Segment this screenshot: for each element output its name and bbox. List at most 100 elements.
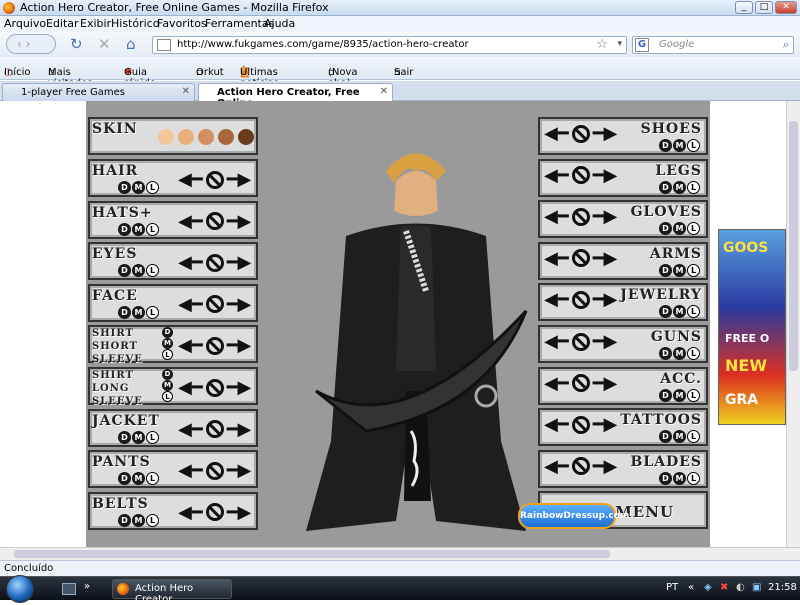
size-m-button[interactable]: M	[673, 139, 686, 152]
remove-icon[interactable]	[571, 249, 590, 268]
remove-icon[interactable]	[205, 212, 224, 231]
size-m-button[interactable]: M	[162, 338, 173, 350]
hscroll-thumb[interactable]	[14, 550, 610, 558]
remove-icon[interactable]	[571, 290, 590, 309]
size-l-button[interactable]: L	[146, 472, 159, 486]
remove-icon[interactable]	[205, 503, 224, 522]
size-m-button[interactable]: M	[673, 180, 686, 194]
size-m-button[interactable]: M	[162, 380, 173, 391]
size-m-button[interactable]: M	[132, 264, 145, 278]
skin-swatch-5[interactable]	[238, 129, 254, 145]
next-arrow-icon[interactable]: ━▶	[593, 414, 618, 435]
size-d-button[interactable]: D	[118, 472, 131, 486]
show-desktop-icon[interactable]	[62, 583, 76, 595]
next-arrow-icon[interactable]: ━▶	[227, 169, 252, 190]
size-d-button[interactable]: D	[659, 263, 672, 277]
rainbow-dressup-logo[interactable]: RainbowDressup.com	[518, 503, 629, 529]
clock[interactable]: 21:58	[768, 582, 797, 593]
next-arrow-icon[interactable]: ━▶	[227, 419, 252, 440]
close-tab-icon[interactable]: ✕	[182, 86, 190, 97]
previous-arrow-icon[interactable]: ◀━	[178, 502, 203, 523]
antivirus-icon[interactable]: ✖	[720, 582, 728, 593]
skin-swatch-4[interactable]	[218, 129, 234, 145]
url-dropdown-icon[interactable]: ▾	[617, 39, 622, 49]
previous-arrow-icon[interactable]: ◀━	[178, 377, 203, 398]
remove-icon[interactable]	[205, 170, 224, 189]
size-l-button[interactable]: L	[687, 305, 700, 319]
remove-icon[interactable]	[571, 415, 590, 434]
next-arrow-icon[interactable]: ━▶	[227, 294, 252, 315]
size-l-button[interactable]: L	[687, 263, 700, 277]
taskbar-firefox-item[interactable]: Action Hero Creator...	[112, 579, 232, 605]
size-d-button[interactable]: D	[659, 139, 672, 152]
remove-icon[interactable]	[205, 461, 224, 480]
next-arrow-icon[interactable]: ━▶	[593, 206, 618, 227]
next-arrow-icon[interactable]: ━▶	[227, 460, 252, 481]
size-m-button[interactable]: M	[132, 305, 145, 319]
previous-arrow-icon[interactable]: ◀━	[544, 373, 569, 394]
size-m-button[interactable]: M	[673, 305, 686, 319]
next-arrow-icon[interactable]: ━▶	[593, 289, 618, 310]
size-d-button[interactable]: D	[118, 222, 131, 236]
network-icon[interactable]: ◈	[704, 582, 712, 593]
maximize-button[interactable]: □	[755, 1, 773, 14]
size-l-button[interactable]: L	[162, 391, 173, 402]
size-m-button[interactable]: M	[132, 430, 145, 444]
close-button[interactable]: ✕	[775, 1, 797, 14]
size-l-button[interactable]: L	[162, 349, 173, 361]
size-d-button[interactable]: D	[659, 430, 672, 444]
size-d-button[interactable]: D	[659, 222, 672, 236]
previous-arrow-icon[interactable]: ◀━	[178, 169, 203, 190]
next-arrow-icon[interactable]: ━▶	[593, 373, 618, 394]
size-d-button[interactable]: D	[659, 388, 672, 402]
next-arrow-icon[interactable]: ━▶	[593, 248, 618, 269]
size-m-button[interactable]: M	[673, 471, 686, 485]
previous-arrow-icon[interactable]: ◀━	[544, 456, 569, 477]
tab-1-player-free-games[interactable]: 1-player Free Games ✕	[2, 83, 195, 101]
size-d-button[interactable]: D	[659, 305, 672, 319]
previous-arrow-icon[interactable]: ◀━	[544, 248, 569, 269]
size-m-button[interactable]: M	[132, 472, 145, 486]
search-bar[interactable]: G Google ⌕	[632, 36, 794, 54]
size-l-button[interactable]: L	[687, 347, 700, 360]
previous-arrow-icon[interactable]: ◀━	[178, 419, 203, 440]
previous-arrow-icon[interactable]: ◀━	[544, 289, 569, 310]
size-m-button[interactable]: M	[132, 181, 145, 194]
back-forward-button[interactable]: ‹ ›	[6, 34, 56, 54]
url-bar[interactable]: http://www.fukgames.com/game/8935/action…	[152, 36, 627, 54]
stop-icon[interactable]: ✕	[98, 35, 111, 53]
menu-historico[interactable]: Histórico	[111, 17, 159, 30]
size-l-button[interactable]: L	[146, 430, 159, 444]
remove-icon[interactable]	[571, 332, 590, 351]
remove-icon[interactable]	[571, 124, 590, 143]
size-l-button[interactable]: L	[146, 181, 159, 194]
remove-icon[interactable]	[205, 295, 224, 314]
next-arrow-icon[interactable]: ━▶	[593, 331, 618, 352]
size-m-button[interactable]: M	[673, 263, 686, 277]
next-arrow-icon[interactable]: ━▶	[593, 456, 618, 477]
language-indicator[interactable]: PT	[666, 582, 678, 593]
size-l-button[interactable]: L	[146, 222, 159, 236]
tray-arrow-icon[interactable]: «	[688, 582, 694, 593]
remove-icon[interactable]	[571, 374, 590, 393]
size-d-button[interactable]: D	[118, 513, 131, 527]
next-arrow-icon[interactable]: ━▶	[227, 252, 252, 273]
horizontal-scrollbar[interactable]	[0, 547, 800, 560]
remove-icon[interactable]	[571, 207, 590, 226]
bookmark-star-icon[interactable]: ☆	[596, 37, 608, 52]
previous-arrow-icon[interactable]: ◀━	[178, 294, 203, 315]
side-advertisement[interactable]: GOOS FREE O NEW GRA	[718, 229, 786, 425]
next-arrow-icon[interactable]: ━▶	[227, 377, 252, 398]
search-icon[interactable]: ⌕	[783, 38, 789, 52]
size-d-button[interactable]: D	[118, 430, 131, 444]
menu-arquivo[interactable]: Arquivo	[4, 17, 46, 30]
minimize-button[interactable]: _	[735, 1, 753, 14]
next-arrow-icon[interactable]: ━▶	[227, 502, 252, 523]
skin-swatch-3[interactable]	[198, 129, 214, 145]
remove-icon[interactable]	[571, 457, 590, 476]
size-m-button[interactable]: M	[132, 513, 145, 527]
previous-arrow-icon[interactable]: ◀━	[178, 211, 203, 232]
menu-editar[interactable]: Editar	[46, 17, 79, 30]
previous-arrow-icon[interactable]: ◀━	[544, 165, 569, 186]
home-icon[interactable]: ⌂	[126, 35, 136, 53]
